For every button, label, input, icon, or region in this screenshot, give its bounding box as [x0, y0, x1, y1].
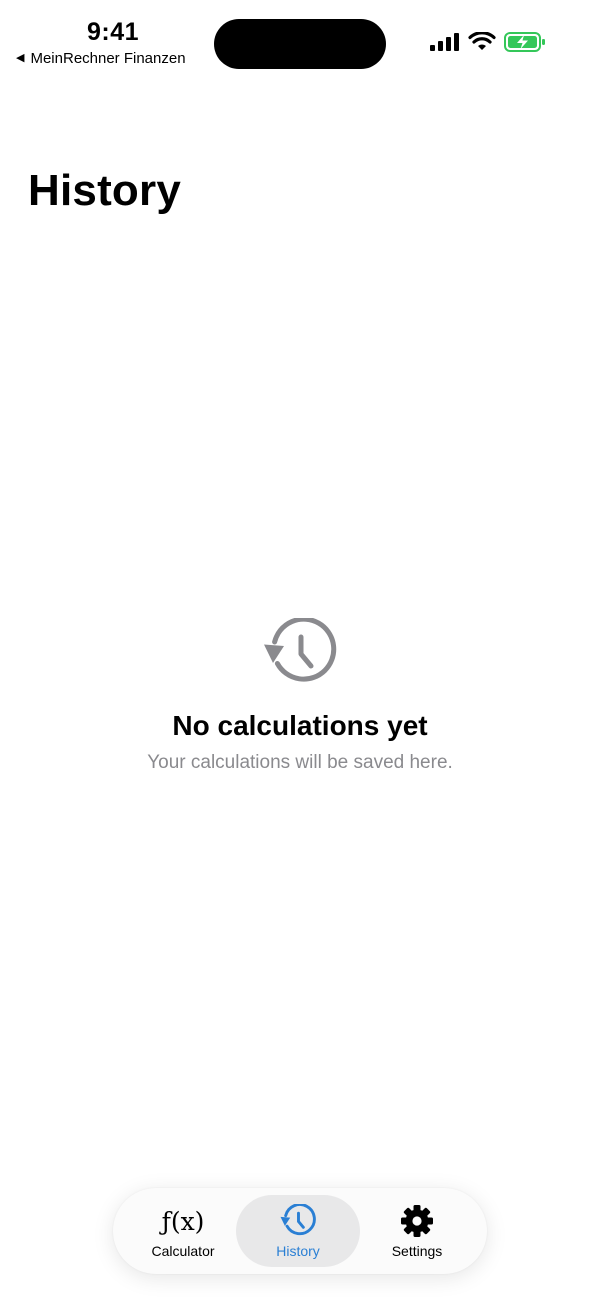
tab-settings[interactable]: Settings [355, 1195, 479, 1267]
fx-symbol: ƒ(x) [161, 1206, 205, 1236]
tab-calculator-label: Calculator [151, 1243, 215, 1259]
back-app-label: MeinRechner Finanzen [30, 50, 186, 67]
fx-icon: ƒ(x) [162, 1204, 205, 1238]
signal-icon [430, 33, 460, 51]
history-screen: 9:41 ◀ MeinRechner Finanzen History No c… [0, 0, 600, 1303]
history-icon [279, 1204, 317, 1238]
status-icons [430, 31, 546, 52]
tab-history[interactable]: History [236, 1195, 360, 1267]
back-to-app-button[interactable]: ◀ MeinRechner Finanzen [16, 50, 186, 67]
empty-state-title: No calculations yet [172, 710, 428, 741]
back-arrow-icon: ◀ [16, 52, 25, 64]
empty-state: No calculations yet Your calculations wi… [0, 616, 600, 774]
empty-state-subtitle: Your calculations will be saved here. [147, 752, 453, 773]
tab-history-label: History [276, 1243, 320, 1259]
status-time: 9:41 [86, 18, 140, 46]
history-icon [262, 616, 338, 688]
gear-icon [400, 1204, 434, 1238]
tab-calculator[interactable]: ƒ(x) Calculator [121, 1195, 245, 1267]
tab-bar: ƒ(x) Calculator History Settings [113, 1188, 487, 1274]
wifi-icon [468, 31, 496, 52]
battery-charging-icon [504, 32, 546, 52]
page-title: History [28, 166, 181, 215]
tab-settings-label: Settings [391, 1243, 443, 1259]
dynamic-island [214, 19, 386, 69]
